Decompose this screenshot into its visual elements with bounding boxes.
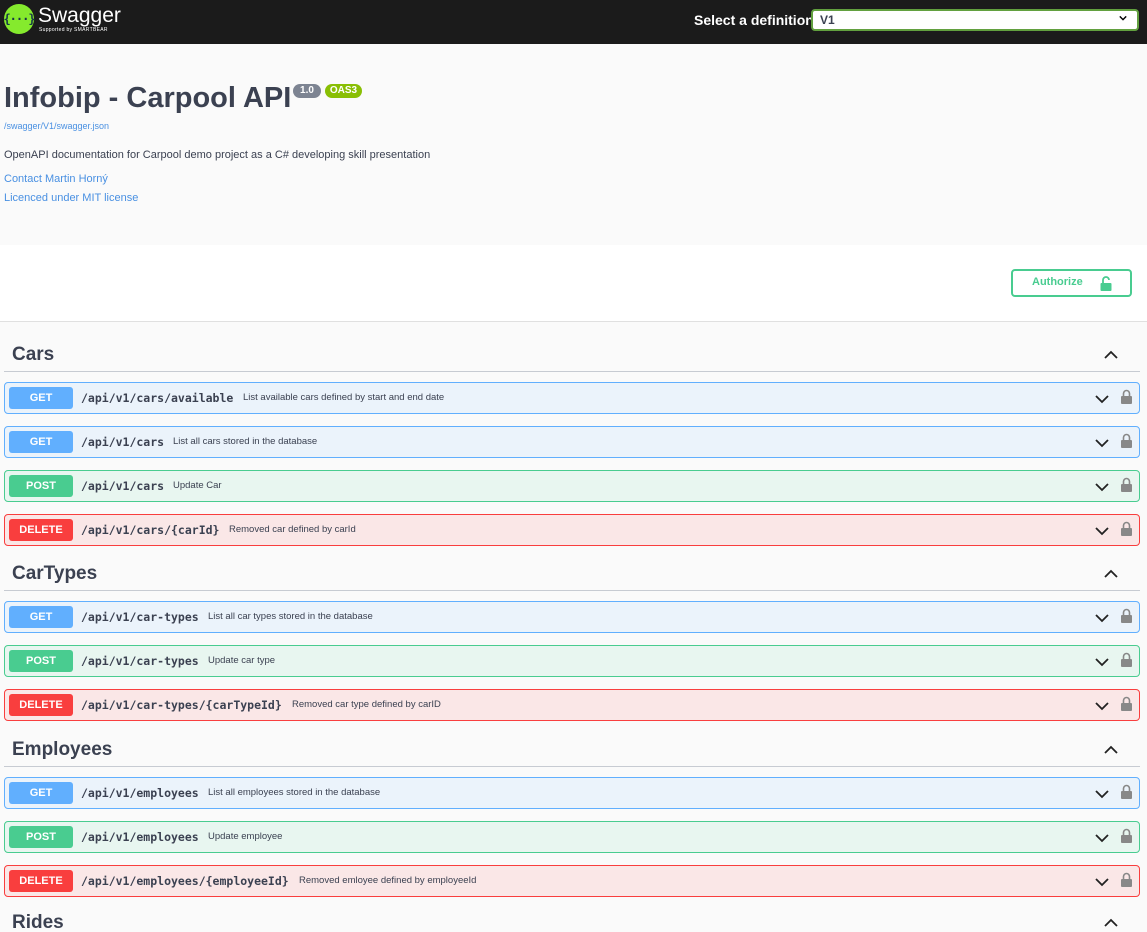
chevron-up-icon[interactable] [1104, 350, 1118, 360]
chevron-down-icon[interactable] [1095, 438, 1109, 448]
chevron-down-icon[interactable] [1095, 394, 1109, 404]
tag-section-employees[interactable]: Employees [4, 735, 1140, 767]
method-badge: DELETE [9, 870, 73, 892]
chevron-down-icon[interactable] [1095, 613, 1109, 623]
operation-summary: Removed car defined by carId [229, 524, 356, 535]
method-badge: GET [9, 606, 73, 628]
spec-url-link[interactable]: /swagger/V1/swagger.json [4, 121, 109, 131]
lock-icon[interactable] [1121, 652, 1132, 667]
chevron-down-icon[interactable] [1095, 833, 1109, 843]
method-badge: POST [9, 650, 73, 672]
definition-select-value: V1 [820, 13, 835, 27]
swagger-logo[interactable]: {···} Swagger Supported by SMARTBEAR [3, 4, 121, 34]
tag-name: Cars [12, 344, 55, 365]
operation-path: /api/v1/employees/{employeeId} [81, 874, 289, 888]
logo-text: Swagger Supported by SMARTBEAR [38, 4, 121, 34]
chevron-down-icon[interactable] [1095, 526, 1109, 536]
page-title: Infobip - Carpool API [4, 82, 292, 114]
oas-badge: OAS3 [325, 84, 362, 98]
license-link[interactable]: Licenced under MIT license [4, 192, 138, 204]
operation-summary: Removed emloyee defined by employeeId [299, 875, 477, 886]
operation-post[interactable]: POST/api/v1/cars Update Car [4, 470, 1140, 502]
definition-select[interactable]: V1 [811, 9, 1139, 31]
logo-subtitle: Supported by SMARTBEAR [39, 27, 108, 33]
chevron-down-icon[interactable] [1095, 877, 1109, 887]
operation-path: /api/v1/cars [81, 435, 165, 449]
operation-summary: List available cars defined by start and… [243, 392, 445, 403]
chevron-down-icon[interactable] [1095, 482, 1109, 492]
version-badge: 1.0 [293, 84, 321, 98]
operation-delete[interactable]: DELETE/api/v1/employees/{employeeId} Remo… [4, 865, 1140, 897]
tag-section-rides[interactable]: Rides [4, 908, 1140, 932]
chevron-up-icon[interactable] [1104, 569, 1118, 579]
operation-summary: Update Car [173, 480, 222, 491]
operation-path: /api/v1/cars [81, 479, 165, 493]
operation-summary: List all employees stored in the databas… [208, 787, 381, 798]
operation-path: /api/v1/employees [81, 830, 199, 844]
authorize-label: Authorize [1032, 276, 1083, 288]
operation-post[interactable]: POST/api/v1/employees Update employee [4, 821, 1140, 853]
lock-icon[interactable] [1121, 389, 1132, 404]
chevron-down-icon[interactable] [1095, 657, 1109, 667]
definition-label: Select a definition [694, 12, 814, 28]
operation-post[interactable]: POST/api/v1/car-types Update car type [4, 645, 1140, 677]
chevron-up-icon[interactable] [1104, 745, 1118, 755]
operation-summary: Update employee [208, 831, 283, 842]
operation-path: /api/v1/employees [81, 786, 199, 800]
swagger-logo-icon: {···} [3, 4, 36, 34]
lock-icon[interactable] [1121, 521, 1132, 536]
lock-icon[interactable] [1121, 696, 1132, 711]
operation-path: /api/v1/car-types/{carTypeId} [81, 698, 282, 712]
chevron-down-icon [1119, 15, 1127, 21]
tag-section-cartypes[interactable]: CarTypes [4, 559, 1140, 591]
topbar: {···} Swagger Supported by SMARTBEAR Sel… [0, 0, 1147, 44]
operation-summary: List all cars stored in the database [173, 436, 318, 447]
operation-get[interactable]: GET/api/v1/cars List all cars stored in t… [4, 426, 1140, 458]
chevron-up-icon[interactable] [1104, 918, 1118, 928]
lock-icon[interactable] [1121, 784, 1132, 799]
tag-name: CarTypes [12, 563, 98, 584]
operation-path: /api/v1/car-types [81, 610, 199, 624]
operation-get[interactable]: GET/api/v1/car-types List all car types s… [4, 601, 1140, 633]
operation-path: /api/v1/cars/{carId} [81, 523, 220, 537]
chevron-down-icon[interactable] [1095, 701, 1109, 711]
lock-icon[interactable] [1121, 477, 1132, 492]
operation-summary: Update car type [208, 655, 276, 666]
operation-delete[interactable]: DELETE/api/v1/car-types/{carTypeId} Remov… [4, 689, 1140, 721]
tag-name: Rides [12, 912, 64, 932]
info-section [0, 44, 1147, 245]
unlock-icon [1100, 276, 1112, 291]
method-badge: POST [9, 475, 73, 497]
lock-icon[interactable] [1121, 872, 1132, 887]
lock-icon[interactable] [1121, 608, 1132, 623]
operation-delete[interactable]: DELETE/api/v1/cars/{carId} Removed car de… [4, 514, 1140, 546]
api-description: OpenAPI documentation for Carpool demo p… [4, 149, 431, 161]
authorize-button[interactable]: Authorize [1011, 269, 1132, 297]
method-badge: GET [9, 431, 73, 453]
lock-icon[interactable] [1121, 828, 1132, 843]
chevron-down-icon[interactable] [1095, 789, 1109, 799]
scheme-container: Authorize [0, 245, 1147, 322]
method-badge: DELETE [9, 519, 73, 541]
tag-section-cars[interactable]: Cars [4, 340, 1140, 372]
method-badge: POST [9, 826, 73, 848]
operation-summary: Removed car type defined by carID [292, 699, 441, 710]
method-badge: DELETE [9, 694, 73, 716]
logo-title: Swagger [38, 4, 121, 27]
tag-name: Employees [12, 739, 113, 760]
operation-get[interactable]: GET/api/v1/cars/available List available … [4, 382, 1140, 414]
operation-get[interactable]: GET/api/v1/employees List all employees s… [4, 777, 1140, 809]
method-badge: GET [9, 387, 73, 409]
lock-icon[interactable] [1121, 433, 1132, 448]
operation-summary: List all car types stored in the databas… [208, 611, 373, 622]
operation-path: /api/v1/car-types [81, 654, 199, 668]
method-badge: GET [9, 782, 73, 804]
operation-path: /api/v1/cars/available [81, 391, 234, 405]
contact-link[interactable]: Contact Martin Horný [4, 173, 108, 185]
